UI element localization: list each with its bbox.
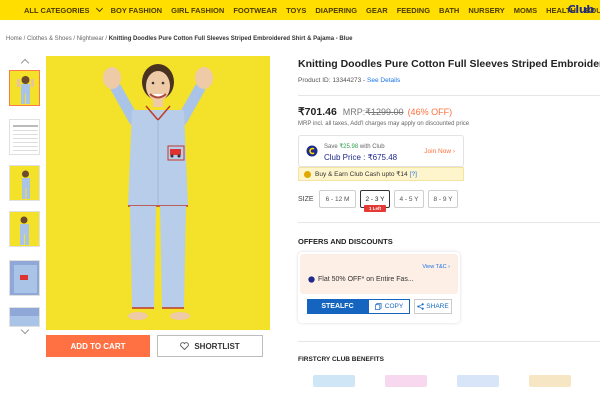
thumbnail-1[interactable] [9,70,40,106]
coupon-code: STEALFC [307,299,368,314]
nav-all-categories-label: ALL CATEGORIES [24,5,90,15]
nav-moms[interactable]: MOMS [514,6,537,15]
club-cash-banner: Buy & Earn Club Cash upto ₹14 [?] [298,167,464,181]
add-to-cart-button[interactable]: ADD TO CART [46,335,150,357]
product-id: Product ID: 13344273 - See Details [298,77,400,84]
product-title: Knitting Doodles Pure Cotton Full Sleeve… [298,58,600,70]
shortlist-button[interactable]: SHORTLIST [157,335,263,357]
thumbnail-down-arrow-icon[interactable] [7,325,43,337]
selling-price: ₹701.46 [298,106,337,118]
copy-label: COPY [384,303,404,310]
discount-percent: (46% OFF) [407,107,453,117]
breadcrumb: Home / Clothes & Shoes / Nightwear / Kni… [6,36,352,42]
club-benefits-heading: FIRSTCRY CLUB BENEFITS [298,356,384,363]
club-logo-icon [306,145,318,157]
benefit-tile-1[interactable] [313,375,355,387]
club-save-amount: ₹25.98 [339,144,359,150]
thumbnail-up-arrow-icon[interactable] [7,56,43,68]
coin-icon [304,170,311,178]
thumbnail-gallery [7,56,43,335]
benefit-tile-4[interactable] [529,375,571,387]
breadcrumb-current: Knitting Doodles Pure Cotton Full Sleeve… [108,36,353,42]
nav-footwear[interactable]: FOOTWEAR [233,6,277,15]
club-save-prefix: Save [324,144,340,150]
chevron-down-icon [95,4,103,12]
divider [298,222,600,223]
nav-bath[interactable]: BATH [439,6,459,15]
mrp-value: ₹1299.00 [365,107,404,117]
thumbnail-6[interactable] [9,307,40,327]
benefit-tile-2[interactable] [385,375,427,387]
nav-gear[interactable]: GEAR [366,6,388,15]
share-offer-button[interactable]: SHARE [414,299,452,314]
share-icon [417,303,425,310]
club-save-suffix: with Club [358,144,385,150]
size-option-6-12m[interactable]: 6 - 12 M [319,190,356,208]
nav-feeding[interactable]: FEEDING [397,6,430,15]
stock-left-badge: 1 Left [364,205,386,212]
club-price: Club Price : ₹675.48 [324,153,398,162]
club-logo[interactable]: Club [568,3,595,16]
club-cash-info[interactable]: [?] [410,171,417,178]
thumbnail-2-size-chart[interactable] [9,119,40,155]
offer-banner: View T&C › Flat 50% OFF* on Entire Fas..… [300,254,458,294]
breadcrumb-path[interactable]: Home / Clothes & Shoes / Nightwear / [6,36,109,42]
join-now-link[interactable]: Join Now › [424,148,455,155]
copy-icon [374,303,382,310]
offer-text: Flat 50% OFF* on Entire Fas... [308,276,414,283]
offers-heading: OFFERS AND DISCOUNTS [298,237,393,246]
top-category-nav: ALL CATEGORIES BOY FASHION GIRL FASHION … [0,0,600,20]
share-label: SHARE [426,303,449,310]
price-row: ₹701.46 MRP:₹1299.00 (46% OFF) [298,106,452,118]
club-cash-text: Buy & Earn Club Cash upto ₹14 [315,171,408,178]
club-price-box: Save ₹25.98 with Club Club Price : ₹675.… [298,135,464,167]
club-small-icon [308,276,315,283]
offer-card: View T&C › Flat 50% OFF* on Entire Fas..… [298,252,460,323]
nav-nursery[interactable]: NURSERY [468,6,504,15]
benefit-tile-3[interactable] [457,375,499,387]
divider [298,95,600,96]
nav-all-categories[interactable]: ALL CATEGORIES [24,4,103,15]
size-option-4-5y[interactable]: 4 - 5 Y [394,190,424,208]
product-main-image[interactable] [46,56,270,330]
club-save-text: Save ₹25.98 with Club [324,143,385,150]
thumbnail-5[interactable] [9,260,40,296]
product-id-label: Product ID: 13344273 - [298,77,368,84]
see-details-link[interactable]: See Details [367,77,400,84]
mrp-label: MRP: [342,107,366,117]
nav-girl-fashion[interactable]: GIRL FASHION [171,6,224,15]
divider [298,341,600,342]
tax-note: MRP incl. all taxes, Add'l charges may a… [298,121,470,127]
size-label: SIZE [298,196,314,203]
nav-toys[interactable]: TOYS [286,6,306,15]
heart-icon [180,342,190,350]
offer-description: Flat 50% OFF* on Entire Fas... [318,276,414,283]
view-tc-link[interactable]: View T&C › [422,264,450,270]
size-option-8-9y[interactable]: 8 - 9 Y [428,190,458,208]
shortlist-label: SHORTLIST [194,341,240,351]
copy-coupon-button[interactable]: COPY [368,299,410,314]
mrp: MRP:₹1299.00 [343,107,404,118]
nav-boy-fashion[interactable]: BOY FASHION [111,6,163,15]
thumbnail-3[interactable] [9,165,40,201]
thumbnail-4[interactable] [9,211,40,247]
nav-diapering[interactable]: DIAPERING [315,6,357,15]
